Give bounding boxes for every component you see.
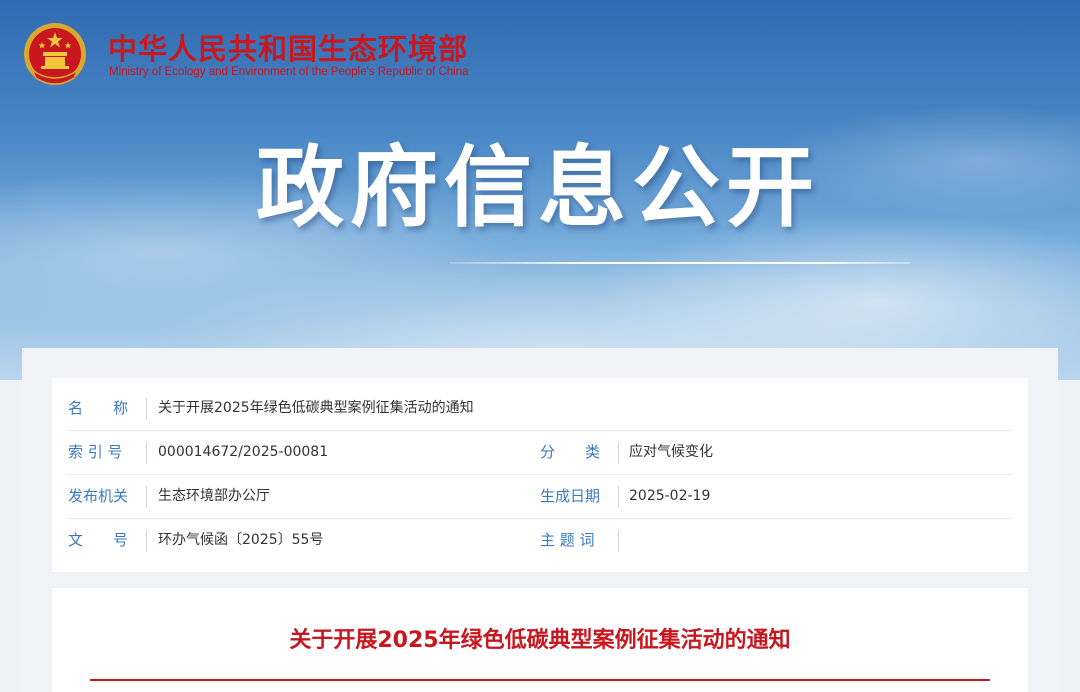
subject-label: 主 题 词 (540, 531, 595, 549)
issuer-value: 生态环境部办公厅 (158, 488, 270, 504)
name-value: 关于开展2025年绿色低碳典型案例征集活动的通知 (158, 400, 474, 416)
index-label: 索 引 号 (68, 443, 123, 461)
category-label: 分 类 (540, 443, 601, 461)
document-title: 关于开展2025年绿色低碳典型案例征集活动的通知 (289, 628, 791, 653)
divider (618, 530, 619, 552)
divider (146, 486, 147, 508)
name-label: 名 称 (68, 399, 129, 417)
info-row-name: 名 称 关于开展2025年绿色低碳典型案例征集活动的通知 (66, 386, 1012, 431)
title-rule (90, 679, 990, 681)
hero-underline (450, 262, 910, 264)
index-value: 000014672/2025-00081 (158, 444, 329, 460)
date-value: 2025-02-19 (629, 488, 711, 504)
date-label: 生成日期 (540, 487, 601, 505)
category-value: 应对气候变化 (629, 444, 713, 460)
divider (618, 442, 619, 464)
divider (146, 530, 147, 552)
docno-value: 环办气候函〔2025〕55号 (158, 532, 324, 548)
header-banner: 中华人民共和国生态环境部 Ministry of Ecology and Env… (0, 0, 1080, 380)
info-row-issuer: 发布机关 生态环境部办公厅 生成日期 2025-02-19 (66, 474, 1012, 519)
ministry-name-en[interactable]: Ministry of Ecology and Environment of t… (109, 66, 469, 78)
issuer-label: 发布机关 (68, 487, 129, 505)
divider (618, 486, 619, 508)
national-emblem-icon[interactable] (22, 20, 88, 92)
info-table: 名 称 关于开展2025年绿色低碳典型案例征集活动的通知 索 引 号 00001… (52, 378, 1028, 572)
ministry-name-cn[interactable]: 中华人民共和国生态环境部 (108, 26, 468, 68)
docno-label: 文 号 (68, 531, 129, 549)
hero-title: 政府信息公开 (256, 136, 821, 239)
info-row-docno: 文 号 环办气候函〔2025〕55号 主 题 词 (66, 518, 1012, 562)
divider (146, 398, 147, 420)
info-row-index: 索 引 号 000014672/2025-00081 分 类 应对气候变化 (66, 430, 1012, 475)
divider (146, 442, 147, 464)
